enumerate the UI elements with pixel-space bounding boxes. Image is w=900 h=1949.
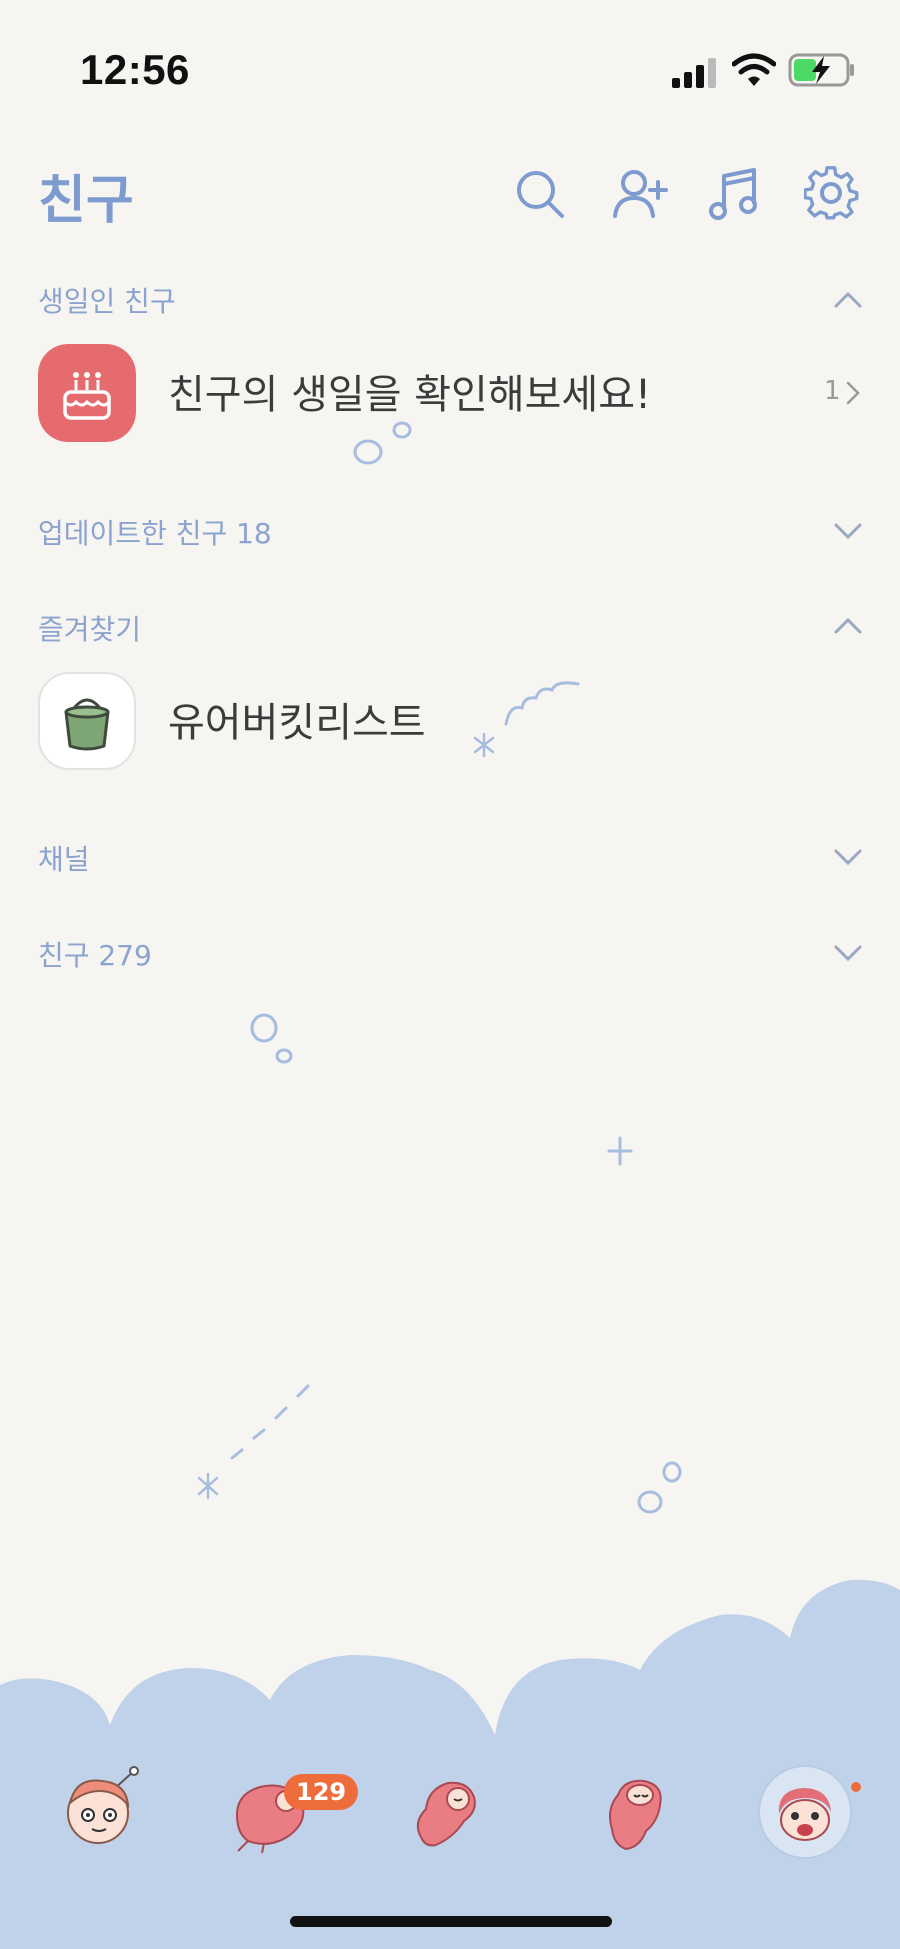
music-icon[interactable] <box>706 166 762 222</box>
bottom-wave-background <box>0 1579 900 1949</box>
home-indicator <box>290 1916 612 1927</box>
favorite-row-text: 유어버킷리스트 <box>168 700 426 746</box>
notification-dot <box>851 1782 861 1792</box>
battery-charging-icon <box>788 53 854 87</box>
add-friend-icon[interactable] <box>612 166 668 222</box>
bubbles-decoration <box>637 1461 682 1514</box>
tab-view-icon[interactable] <box>402 1765 492 1855</box>
search-icon[interactable] <box>512 166 568 222</box>
plus-decoration <box>607 1136 633 1166</box>
chevron-down-icon[interactable] <box>832 520 864 542</box>
unread-count-badge: 129 <box>284 1774 359 1810</box>
chevron-up-icon[interactable] <box>832 288 864 310</box>
settings-gear-icon[interactable] <box>804 166 860 222</box>
birthday-row-text: 친구의 생일을 확인해보세요! <box>168 372 652 418</box>
tab-friends-icon[interactable] <box>56 1765 146 1855</box>
birthday-section-label: 생일인 친구 <box>38 285 176 318</box>
updated-friends-label[interactable]: 업데이트한 친구 18 <box>38 512 272 552</box>
squiggle-decoration <box>473 681 580 758</box>
birthday-count: 1 <box>824 376 841 406</box>
bucket-icon <box>38 672 136 770</box>
chevron-up-icon[interactable] <box>832 614 864 636</box>
friends-section-label[interactable]: 친구 279 <box>38 934 152 974</box>
tab-more-icon[interactable] <box>755 1762 855 1862</box>
dashes-decoration <box>197 1384 310 1500</box>
bubbles-decoration <box>250 1013 293 1064</box>
wifi-icon <box>732 53 776 86</box>
favorites-section-label: 즐겨찾기 <box>38 613 142 646</box>
signal-icon <box>672 58 716 88</box>
birthday-cake-icon <box>38 344 136 442</box>
chevron-down-icon[interactable] <box>832 942 864 964</box>
page-title: 친구 <box>38 171 134 231</box>
status-bar: 12:56 <box>0 0 900 140</box>
status-time: 12:56 <box>80 46 190 93</box>
chevron-right-icon <box>846 381 860 405</box>
tab-shopping-icon[interactable] <box>588 1765 678 1855</box>
chevron-down-icon[interactable] <box>832 846 864 868</box>
bubbles-decoration <box>353 421 412 465</box>
channel-section-label[interactable]: 채널 <box>38 838 90 878</box>
